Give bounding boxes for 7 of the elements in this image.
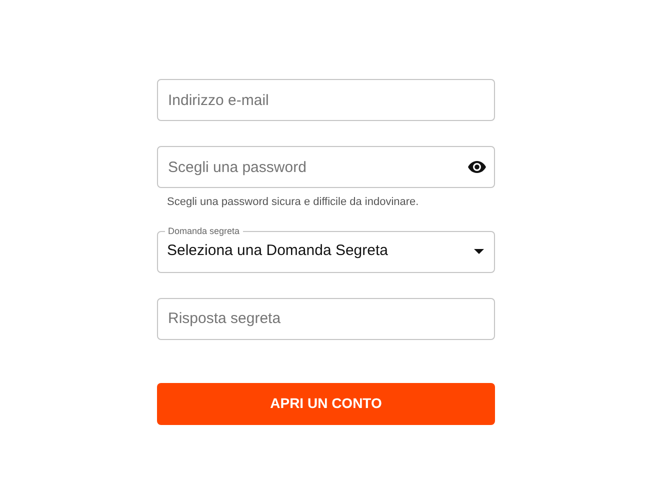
password-field[interactable]: Scegli una password [157,146,495,188]
input-field[interactable]: Risposta segreta [157,298,495,340]
helper-text: Scegli una password sicura e difficile da indovinare. [166,195,420,210]
input-field[interactable]: Indirizzo e-mail [157,79,495,121]
caret-icon [474,249,484,254]
eye-icon[interactable] [468,161,486,173]
field-label: Domanda segreta [165,224,243,236]
